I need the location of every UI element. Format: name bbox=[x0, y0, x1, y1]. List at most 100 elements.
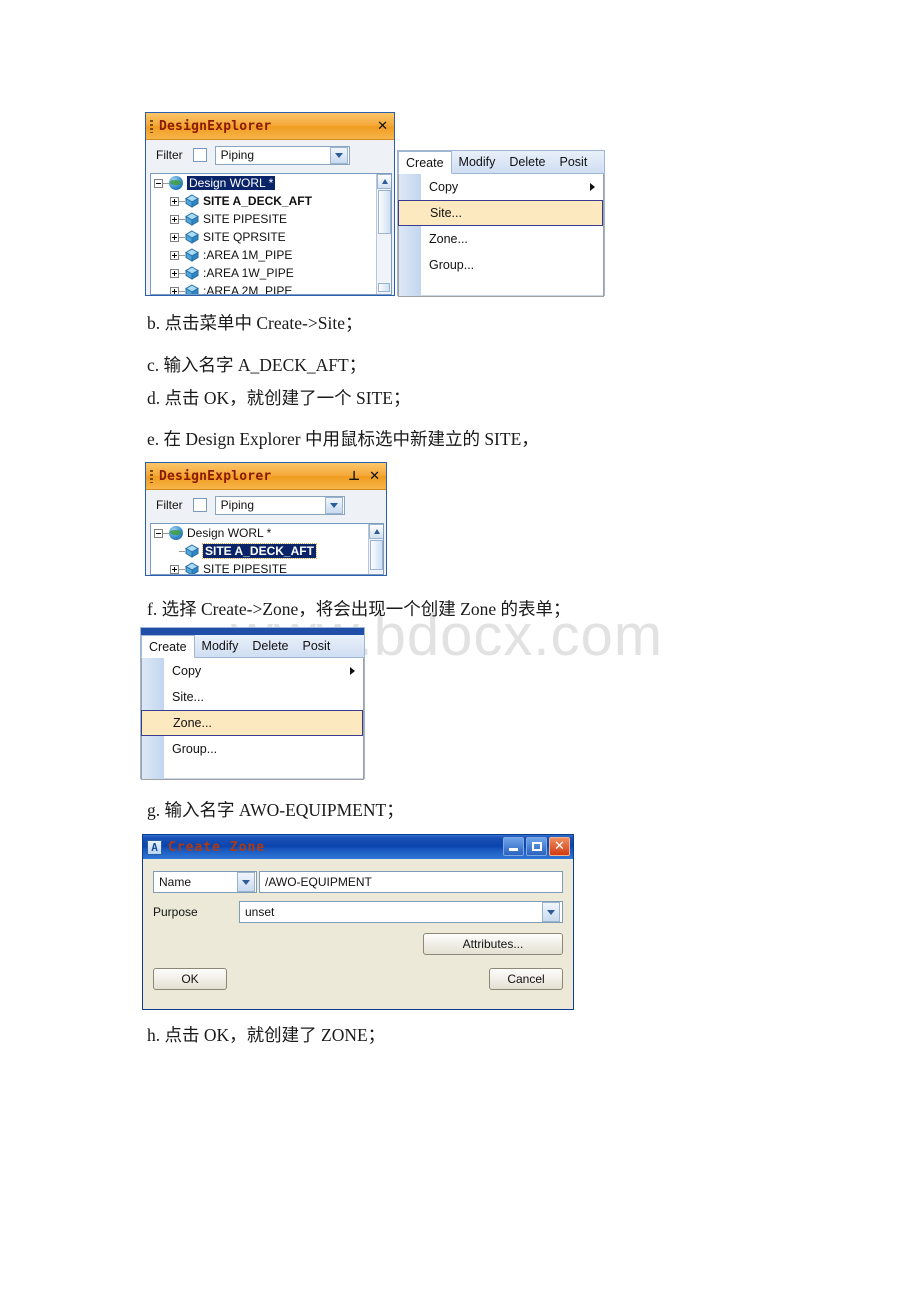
menu-item-zone[interactable]: Zone... bbox=[421, 226, 603, 252]
expand-toggle-icon[interactable] bbox=[170, 196, 179, 206]
filter-combo-2[interactable]: Piping bbox=[214, 495, 345, 515]
chevron-down-icon[interactable] bbox=[542, 902, 560, 922]
design-explorer-panel-1[interactable]: DesignExplorer ✕ Filter Piping Design WO… bbox=[145, 112, 395, 296]
create-dropdown-1[interactable]: Copy Site... Zone... Group... bbox=[398, 174, 604, 297]
tree-item-label: Design WORL * bbox=[187, 176, 276, 190]
tree-item-label: SITE PIPESITE bbox=[203, 212, 288, 226]
chevron-down-icon[interactable] bbox=[324, 496, 343, 514]
expand-toggle-icon[interactable] bbox=[170, 286, 179, 294]
menu-create[interactable]: Create bbox=[141, 635, 195, 658]
filter-checkbox-2[interactable] bbox=[192, 498, 207, 512]
menu-item-group[interactable]: Group... bbox=[164, 736, 363, 762]
create-menu-1[interactable]: Create Modify Delete Posit Copy Site... Zo… bbox=[397, 150, 605, 297]
tree-item[interactable]: Design WORL * bbox=[151, 174, 391, 192]
tree-item-label: SITE A_DECK_AFT bbox=[203, 194, 312, 208]
chevron-down-icon[interactable] bbox=[237, 872, 255, 892]
create-zone-dialog[interactable]: A Create Zone ✕ Name /AWO-EQUIPMENT Purp… bbox=[142, 834, 574, 1010]
filter-checkbox[interactable] bbox=[192, 148, 207, 162]
cube-icon bbox=[185, 562, 199, 574]
maximize-button[interactable] bbox=[526, 837, 547, 856]
pin-icon[interactable]: ⊥ bbox=[348, 470, 360, 483]
expand-toggle-icon[interactable] bbox=[170, 250, 179, 260]
design-tree-2[interactable]: Design WORL * SITE A_DECK_AFT SITE PIPESIT… bbox=[150, 523, 384, 575]
expand-toggle-icon[interactable] bbox=[170, 564, 179, 574]
menu-item-copy[interactable]: Copy bbox=[164, 658, 363, 684]
menu-position[interactable]: Posit bbox=[553, 151, 595, 173]
collapse-toggle-icon[interactable] bbox=[154, 528, 163, 538]
filter-bar-2: Filter Piping bbox=[146, 490, 386, 520]
menu-item-zone[interactable]: Zone... bbox=[141, 710, 363, 736]
scroll-thumb[interactable] bbox=[377, 190, 391, 234]
menubar-2[interactable]: Create Modify Delete Posit bbox=[141, 635, 364, 658]
tree-item[interactable]: Design WORL * bbox=[151, 524, 383, 542]
tree-item-label: SITE A_DECK_AFT bbox=[202, 543, 317, 559]
tree-item[interactable]: SITE PIPESITE bbox=[151, 560, 383, 574]
scroll-up-button[interactable] bbox=[369, 524, 383, 539]
dialog-body: Name /AWO-EQUIPMENT Purpose unset Attrib… bbox=[143, 859, 573, 990]
expand-toggle-icon[interactable] bbox=[170, 214, 179, 224]
paragraph-d: d. 点击 OK，就创建了一个 SITE； bbox=[147, 388, 411, 408]
menu-item-label: Copy bbox=[429, 180, 459, 194]
menu-position[interactable]: Posit bbox=[296, 635, 338, 657]
create-dropdown-2[interactable]: Copy Site... Zone... Group... bbox=[141, 658, 364, 780]
ok-button[interactable]: OK bbox=[153, 968, 227, 990]
scroll-thumb[interactable] bbox=[369, 540, 383, 570]
menu-modify[interactable]: Modify bbox=[195, 635, 246, 657]
purpose-dropdown[interactable]: unset bbox=[239, 901, 563, 923]
design-tree-1[interactable]: Design WORL * SITE A_DECK_AFT SITE PIPESIT… bbox=[150, 173, 392, 295]
name-row: Name /AWO-EQUIPMENT bbox=[153, 871, 563, 893]
cancel-button[interactable]: Cancel bbox=[489, 968, 563, 990]
close-button[interactable]: ✕ bbox=[549, 837, 570, 856]
menu-create[interactable]: Create bbox=[398, 151, 452, 174]
name-input[interactable]: /AWO-EQUIPMENT bbox=[259, 871, 563, 893]
tree-item-label: :AREA 2M_PIPE bbox=[203, 284, 293, 295]
tree-item[interactable]: SITE A_DECK_AFT bbox=[151, 542, 383, 560]
panel-title: DesignExplorer bbox=[159, 118, 272, 134]
menubar-1[interactable]: Create Modify Delete Posit bbox=[398, 151, 604, 174]
filter-label-2: Filter bbox=[156, 498, 183, 512]
attributes-button[interactable]: Attributes... bbox=[423, 933, 563, 955]
tree-item-label: SITE QPRSITE bbox=[203, 230, 286, 244]
menu-item-site[interactable]: Site... bbox=[164, 684, 363, 710]
create-menu-2[interactable]: Create Modify Delete Posit Copy Site... Zo… bbox=[140, 627, 365, 780]
submenu-arrow-icon bbox=[350, 667, 355, 675]
tree-item[interactable]: :AREA 2M_PIPE bbox=[151, 282, 391, 295]
window-title-strip bbox=[141, 628, 364, 635]
paragraph-g: g. 输入名字 AWO-EQUIPMENT； bbox=[147, 800, 404, 820]
tree-scrollbar-2[interactable] bbox=[368, 524, 383, 574]
menu-item-site[interactable]: Site... bbox=[398, 200, 603, 226]
menu-separator bbox=[164, 778, 363, 779]
drag-grip-icon bbox=[150, 119, 153, 133]
close-icon[interactable]: ✕ bbox=[377, 120, 388, 133]
tree-item[interactable]: SITE PIPESITE bbox=[151, 210, 391, 228]
collapse-toggle-icon[interactable] bbox=[154, 178, 163, 188]
menu-item-label: Group... bbox=[429, 258, 475, 272]
name-dropdown[interactable]: Name bbox=[153, 871, 257, 893]
tree-item[interactable]: SITE A_DECK_AFT bbox=[151, 192, 391, 210]
menu-item-copy[interactable]: Copy bbox=[421, 174, 603, 200]
expand-toggle-icon[interactable] bbox=[170, 268, 179, 278]
menu-item-label: Zone... bbox=[429, 232, 468, 246]
menu-item-label: Site... bbox=[430, 206, 462, 220]
design-explorer-panel-2[interactable]: DesignExplorer ⊥ ✕ Filter Piping Design … bbox=[145, 462, 387, 576]
tree-item[interactable]: :AREA 1M_PIPE bbox=[151, 246, 391, 264]
dialog-title: Create Zone bbox=[168, 839, 266, 855]
tree-item[interactable]: SITE QPRSITE bbox=[151, 228, 391, 246]
paragraph-f: f. 选择 Create->Zone，将会出现一个创建 Zone 的表单； bbox=[147, 599, 571, 619]
close-icon: ✕ bbox=[554, 838, 565, 854]
menu-item-list-2: Copy Site... Zone... Group... bbox=[141, 658, 363, 779]
attributes-row: Attributes... bbox=[153, 933, 563, 955]
expand-toggle-icon[interactable] bbox=[170, 232, 179, 242]
minimize-button[interactable] bbox=[503, 837, 524, 856]
filter-combo[interactable]: Piping bbox=[214, 145, 350, 165]
scroll-down-button[interactable] bbox=[378, 283, 390, 292]
menu-delete[interactable]: Delete bbox=[502, 151, 552, 173]
tree-scrollbar-1[interactable] bbox=[376, 174, 391, 294]
chevron-down-icon[interactable] bbox=[329, 146, 348, 164]
scroll-up-button[interactable] bbox=[377, 174, 391, 189]
menu-delete[interactable]: Delete bbox=[245, 635, 295, 657]
tree-item[interactable]: :AREA 1W_PIPE bbox=[151, 264, 391, 282]
menu-modify[interactable]: Modify bbox=[452, 151, 503, 173]
menu-item-group[interactable]: Group... bbox=[421, 252, 603, 278]
close-icon[interactable]: ✕ bbox=[369, 470, 380, 483]
